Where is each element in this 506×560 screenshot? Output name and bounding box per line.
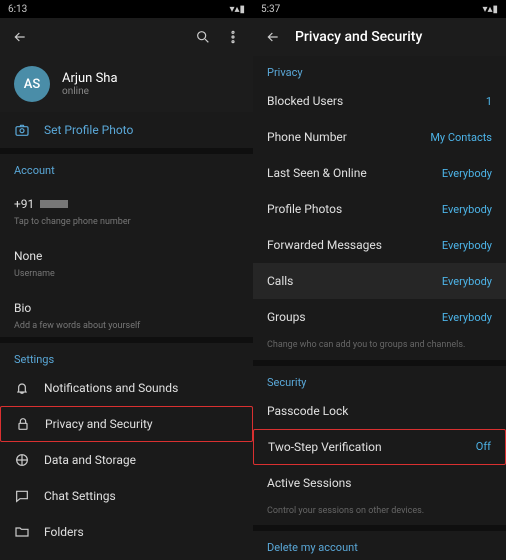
account-section: Account (0, 154, 253, 181)
profile-status: online (62, 86, 118, 97)
search-icon[interactable] (195, 29, 211, 45)
data-icon (14, 452, 30, 468)
clock: 6:13 (8, 4, 27, 15)
passcode-row[interactable]: Passcode Lock (253, 393, 506, 429)
profile-header: AS Arjun Sha online (0, 56, 253, 112)
camera-icon (14, 122, 30, 138)
status-icons: ▾▴▮ (482, 4, 498, 15)
notifications-row[interactable]: Notifications and Sounds (0, 370, 253, 406)
phone-number-row[interactable]: Phone NumberMy Contacts (253, 119, 506, 155)
username-hint: Username (0, 269, 253, 285)
username-row[interactable]: None (0, 233, 253, 269)
security-section: Security (253, 366, 506, 393)
folder-icon (14, 524, 30, 540)
status-bar: 5:37 ▾▴▮ (253, 0, 506, 18)
chat-row[interactable]: Chat Settings (0, 478, 253, 514)
privacy-section: Privacy (253, 56, 506, 83)
set-profile-photo[interactable]: Set Profile Photo (0, 112, 253, 148)
privacy-row[interactable]: Privacy and Security (0, 406, 253, 442)
forwarded-row[interactable]: Forwarded MessagesEverybody (253, 227, 506, 263)
back-icon[interactable] (265, 29, 281, 45)
photos-row[interactable]: Profile PhotosEverybody (253, 191, 506, 227)
bio-row[interactable]: Bio (0, 285, 253, 321)
page-title: Privacy and Security (295, 29, 422, 45)
phone-row[interactable]: +91 (0, 181, 253, 217)
status-icons: ▾▴▮ (229, 4, 245, 15)
status-bar: 6:13 ▾▴▮ (0, 0, 253, 18)
chat-icon (14, 488, 30, 504)
app-bar (0, 18, 253, 56)
avatar[interactable]: AS (14, 66, 50, 102)
set-photo-label: Set Profile Photo (44, 123, 133, 137)
profile-name: Arjun Sha (62, 71, 118, 86)
phone-hint: Tap to change phone number (0, 217, 253, 233)
more-icon[interactable] (225, 29, 241, 45)
delete-section: Delete my account (253, 531, 506, 558)
bell-icon (14, 380, 30, 396)
back-icon[interactable] (12, 29, 28, 45)
devices-row[interactable]: Devices (0, 550, 253, 560)
settings-section: Settings (0, 343, 253, 370)
folders-row[interactable]: Folders (0, 514, 253, 550)
sessions-row[interactable]: Active Sessions (253, 465, 506, 501)
data-row[interactable]: Data and Storage (0, 442, 253, 478)
twostep-row[interactable]: Two-Step VerificationOff (253, 429, 506, 465)
sessions-desc: Control your sessions on other devices. (253, 501, 506, 526)
groups-row[interactable]: GroupsEverybody (253, 299, 506, 335)
blocked-row[interactable]: Blocked Users1 (253, 83, 506, 119)
lock-icon (15, 416, 31, 432)
lastseen-row[interactable]: Last Seen & OnlineEverybody (253, 155, 506, 191)
app-bar: Privacy and Security (253, 18, 506, 56)
clock: 5:37 (261, 4, 280, 15)
calls-row[interactable]: CallsEverybody (253, 263, 506, 299)
bio-hint: Add a few words about yourself (0, 321, 253, 337)
groups-desc: Change who can add you to groups and cha… (253, 335, 506, 360)
